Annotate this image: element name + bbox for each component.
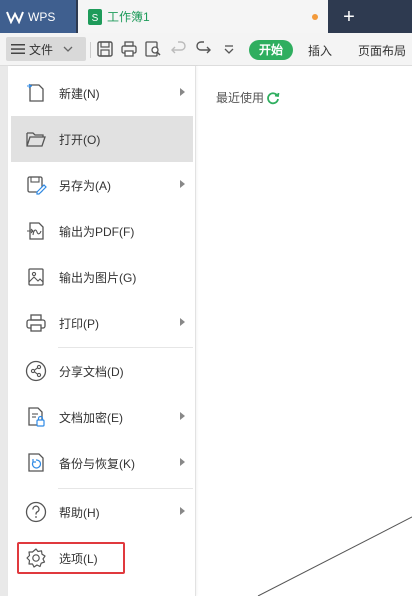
- sheet-diagonal-line: [257, 516, 412, 596]
- wps-window: WPS S 工作簿1 + 文件 开始 插入 页面布局 新建(N) 打开(O) 另…: [0, 0, 412, 596]
